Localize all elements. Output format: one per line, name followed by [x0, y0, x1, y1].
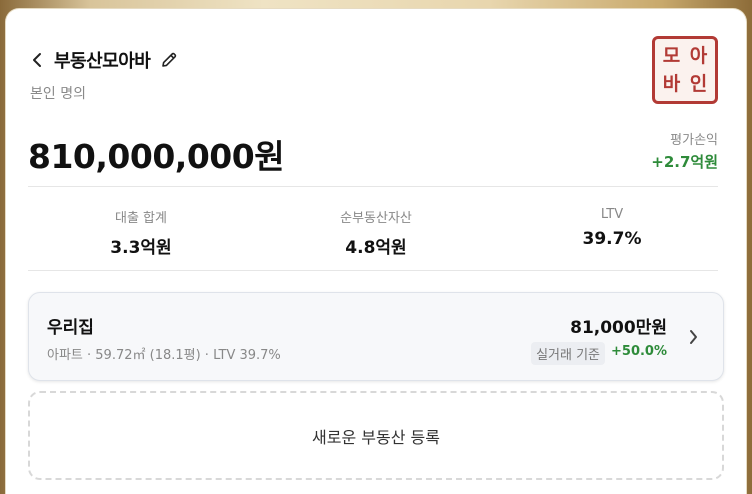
stamp-char: 모 [662, 44, 681, 67]
divider [28, 186, 718, 187]
stat-ltv: LTV 39.7% [507, 207, 717, 249]
page-title: 부동산모아바 [54, 51, 151, 72]
total-amount: 810,000,000원 [28, 137, 285, 176]
stat-loan-total: 대출 합계 3.3억원 [36, 207, 246, 258]
header: 부동산모아바 [28, 47, 179, 73]
chevron-left-icon[interactable] [28, 49, 46, 71]
pencil-icon[interactable] [159, 50, 179, 70]
stat-label: LTV [600, 207, 624, 222]
property-price: 81,000만원 [570, 318, 667, 338]
property-card[interactable]: 우리집 아파트 · 59.72㎡ (18.1평) · LTV 39.7% 81,… [28, 292, 724, 381]
stat-value: 3.3억원 [110, 238, 172, 258]
pnl-value: +2.7억원 [651, 153, 718, 171]
stat-value: 39.7% [582, 229, 642, 249]
stat-label: 대출 합계 [115, 211, 167, 226]
stat-value: 4.8억원 [345, 238, 407, 258]
property-name: 우리집 [47, 318, 94, 338]
gold-frame: 부동산모아바 본인 명의 모 아 바 인 810,000,000원 평가손익 +… [0, 0, 752, 494]
stamp-char: 인 [689, 72, 708, 95]
add-property-button[interactable]: 새로운 부동산 등록 [28, 391, 724, 480]
asset-card: 부동산모아바 본인 명의 모 아 바 인 810,000,000원 평가손익 +… [5, 8, 747, 494]
seal-stamp: 모 아 바 인 [652, 36, 718, 104]
divider [28, 270, 718, 271]
pnl-label: 평가손익 [670, 133, 718, 148]
add-property-label: 새로운 부동산 등록 [312, 427, 440, 447]
property-meta: 아파트 · 59.72㎡ (18.1평) · LTV 39.7% [47, 348, 281, 363]
stat-label: 순부동산자산 [340, 211, 412, 226]
stamp-char: 바 [662, 72, 681, 95]
stamp-char: 아 [689, 44, 708, 67]
stat-net-real-estate: 순부동산자산 4.8억원 [271, 207, 481, 258]
property-gain: +50.0% [611, 344, 667, 359]
owner-label: 본인 명의 [30, 86, 86, 102]
price-basis-badge: 실거래 기준 [531, 342, 605, 365]
chevron-right-icon[interactable] [685, 327, 701, 347]
